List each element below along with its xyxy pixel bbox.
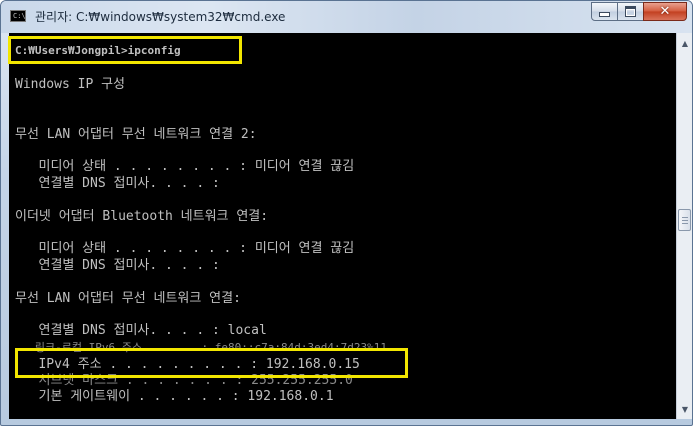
minimize-button[interactable] — [591, 2, 618, 21]
cmd-icon-text: C:\ — [13, 12, 26, 20]
scrollbar-thumb[interactable] — [678, 209, 691, 231]
console-output[interactable]: C:₩Users₩Jongpil>ipconfig Windows IP 구성 … — [9, 33, 676, 419]
scroll-down-icon[interactable]: ▼ — [677, 401, 692, 417]
output-line-ipv6: 링크-로컬 IPv6 주소 . . . . : fe80::c7a:84d:3e… — [15, 341, 387, 354]
output-line: Windows IP 구성 — [15, 77, 126, 92]
close-icon: ✕ — [659, 4, 671, 19]
minimize-icon — [599, 12, 610, 17]
grip-line — [682, 220, 688, 221]
cmd-app-icon[interactable]: C:\ — [10, 10, 26, 22]
close-button[interactable]: ✕ — [643, 2, 687, 21]
output-line: 연결별 DNS 접미사. . . . : — [15, 258, 220, 273]
cmd-window: C:\ 관리자: C:₩windows₩system32₩cmd.exe ✕ C… — [0, 0, 693, 426]
grip-line — [682, 223, 688, 224]
output-line: 이더넷 어댑터 Bluetooth 네트워크 연결: — [15, 209, 269, 224]
output-line: 무선 LAN 어댑터 무선 네트워크 연결: — [15, 291, 241, 306]
output-line-subnet: 서브넷 마스크 . . . . . . . : 255.255.255.0 — [15, 373, 353, 388]
maximize-icon — [625, 6, 636, 17]
output-line: 미디어 상태 . . . . . . . . : 미디어 연결 끊김 — [15, 241, 355, 256]
output-line-gateway: 기본 게이트웨이 . . . . . . : 192.168.0.1 — [15, 389, 334, 404]
output-line: 미디어 상태 . . . . . . . . : 미디어 연결 끊김 — [15, 159, 355, 174]
title-bar[interactable]: C:\ 관리자: C:₩windows₩system32₩cmd.exe ✕ — [1, 1, 692, 33]
scroll-up-icon[interactable]: ▲ — [677, 35, 692, 51]
output-line: 무선 LAN 어댑터 무선 네트워크 연결 2: — [15, 127, 257, 142]
output-line: 연결별 DNS 접미사. . . . : — [15, 176, 220, 191]
grip-line — [682, 217, 688, 218]
command-line: C:₩Users₩Jongpil>ipconfig — [15, 44, 181, 57]
output-line: 연결별 DNS 접미사. . . . : local — [15, 323, 267, 338]
maximize-button[interactable] — [617, 2, 644, 21]
window-title: 관리자: C:₩windows₩system32₩cmd.exe — [35, 10, 286, 24]
output-line-ipv4: IPv4 주소 . . . . . . . . . : 192.168.0.15 — [15, 357, 360, 372]
vertical-scrollbar[interactable]: ▲ ▼ — [676, 33, 692, 419]
